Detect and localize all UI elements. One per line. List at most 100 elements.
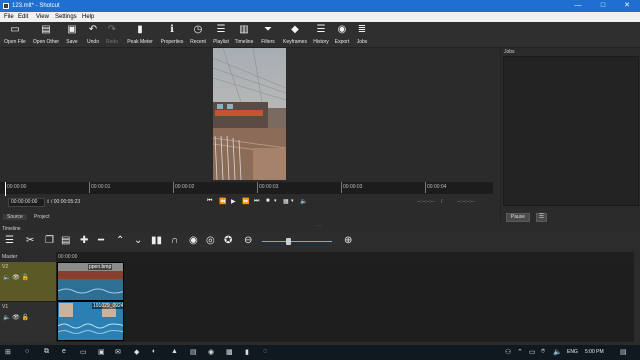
chrome-icon[interactable]: ◉ [208,348,214,356]
history-button[interactable]: ☰ History [311,24,331,46]
video-frame[interactable] [213,48,286,180]
menu-settings[interactable]: Settings [55,14,77,20]
viewer-ruler[interactable]: 00:00:00 00:00:01 00:00:02 00:00:03 00:0… [0,182,493,194]
timeline-zoom-slider[interactable] [262,241,332,242]
volume-icon[interactable]: 🔈 [553,348,562,356]
battery-icon[interactable]: ▭ [529,348,536,356]
menu-view[interactable]: View [36,14,49,20]
timeline-scrollbar[interactable] [634,262,640,342]
shotcut-icon[interactable]: ▮ [245,348,249,356]
timeline-tracks[interactable] [56,262,634,342]
playlist-button[interactable]: ☰ Playlist [211,24,231,46]
mute-icon[interactable]: 🔈 [3,315,10,321]
snap-icon[interactable]: ∩ [171,235,178,246]
jobs-menu-button[interactable]: ☰ [536,213,547,222]
undo-button[interactable]: ↶ Undo [85,24,101,46]
menu-edit[interactable]: Edit [18,14,28,20]
remove-icon[interactable]: ━ [98,235,104,246]
playlist-icon: ☰ [216,24,226,35]
main-toolbar: ▭ Open File ▤ Open Other ▣ Save ↶ Undo ↷ Redo… [0,22,640,48]
timeline-button[interactable]: ▥ Timeline [233,24,255,46]
panel-splitter[interactable]: ⋯ [316,223,321,229]
grid-icon[interactable]: ▦ [283,198,289,205]
timeline-zoom-handle[interactable] [286,238,291,245]
skip-next-icon[interactable]: ⏭ [254,198,259,205]
menu-file[interactable]: File [4,14,14,20]
grid-dropdown-icon[interactable]: ▾ [291,198,294,204]
close-button[interactable]: ✕ [615,1,639,11]
people-icon[interactable]: ⚇ [505,348,511,356]
scrub-icon[interactable]: ◉ [189,235,198,246]
app-icon[interactable]: ◌ [263,348,267,355]
open-file-button[interactable]: ▭ Open File [3,24,27,46]
jobs-list[interactable] [503,56,639,206]
peak-meter-button[interactable]: ▮ Peak Meter [126,24,154,46]
filters-button[interactable]: ⏷ Filters [259,24,277,46]
app-icon[interactable]: ◐ [152,348,156,355]
copy-icon[interactable]: ❐ [45,235,54,246]
append-icon[interactable]: ✚ [80,235,88,246]
minimize-button[interactable]: — [566,1,590,11]
timecode-spinner-icon[interactable]: ⇕ [46,199,50,205]
save-button[interactable]: ▣ Save [64,24,80,46]
timeline-clip[interactable]: ppen.bmp [57,262,124,301]
timeline-menu-icon[interactable]: ☰ [5,235,14,246]
jobs-button[interactable]: ≣ Jobs [354,24,370,46]
lock-icon[interactable]: 🔓 [21,275,28,281]
open-other-button[interactable]: ▤ Open Other [31,24,61,46]
zoom-dropdown-icon[interactable]: ▾ [274,198,277,204]
visibility-icon[interactable]: 👁 [12,275,20,281]
start-icon[interactable]: ⊞ [5,348,11,356]
task-view-icon[interactable]: ⧉ [44,348,49,356]
lock-icon[interactable]: 🔓 [21,315,28,321]
app-icon[interactable]: ▲ [171,348,178,355]
tab-source[interactable]: Source [3,214,27,220]
clock[interactable]: 5:00 PM [585,349,604,355]
edge-icon[interactable]: e [62,348,66,355]
skip-previous-icon[interactable]: ⏮ [207,198,212,205]
search-icon[interactable]: ○ [25,348,29,355]
app-icon[interactable]: ◆ [134,348,139,356]
track-header-v2[interactable]: V2 🔈 👁 🔓 [0,262,56,301]
app-icon[interactable]: ▩ [226,348,233,356]
pause-button[interactable]: Pause [506,213,530,222]
play-icon[interactable]: ▶ [231,198,236,205]
split-icon[interactable]: ▮▮ [151,235,162,246]
position-timecode: 00:00:00:00 [11,199,38,205]
explorer-icon[interactable]: ▭ [80,348,87,356]
language-indicator[interactable]: ENG [567,349,578,355]
fast-forward-icon[interactable]: ⏩ [242,198,249,205]
timeline-clip[interactable]: 191029_0924 [57,301,124,341]
maximize-button[interactable]: □ [591,1,615,11]
ripple-icon[interactable]: ◎ [206,235,215,246]
export-button[interactable]: ◉ Export [333,24,351,46]
menu-help[interactable]: Help [82,14,94,20]
zoom-out-icon[interactable]: ⊖ [244,235,252,246]
network-icon[interactable]: ⌾ [541,348,545,356]
ripple-all-icon[interactable]: ✪ [224,235,232,246]
properties-button[interactable]: ℹ Properties [159,24,185,46]
tab-project[interactable]: Project [34,214,50,220]
cut-icon[interactable]: ✂ [26,235,34,246]
timeline-ruler[interactable]: 00:00:00 [56,252,634,262]
paste-icon[interactable]: ▤ [61,235,70,246]
app-icon[interactable]: ▤ [190,348,197,356]
keyframes-button[interactable]: ◆ Keyframes [281,24,309,46]
notifications-icon[interactable]: ▤ [620,348,627,356]
duration-label: / 00:00:05:23 [51,199,81,205]
rewind-icon[interactable]: ⏪ [219,198,226,205]
visibility-icon[interactable]: 👁 [12,315,20,321]
track-header-v1[interactable]: V1 🔈 👁 🔓 [0,301,56,342]
mail-icon[interactable]: ✉ [115,348,121,356]
toggle-zoom-icon[interactable]: ■ [266,198,270,204]
lift-icon[interactable]: ⌃ [116,235,124,246]
tray-arrow-icon[interactable]: ⌃ [517,348,523,356]
mute-icon[interactable]: 🔈 [3,275,10,281]
redo-button[interactable]: ↷ Redo [104,24,120,46]
volume-icon[interactable]: 🔈 [300,198,307,205]
viewer-playhead[interactable] [5,182,6,196]
recent-button[interactable]: ◷ Recent [188,24,208,46]
zoom-in-icon[interactable]: ⊕ [344,235,352,246]
store-icon[interactable]: ▣ [98,348,105,356]
overwrite-icon[interactable]: ⌄ [134,235,142,246]
